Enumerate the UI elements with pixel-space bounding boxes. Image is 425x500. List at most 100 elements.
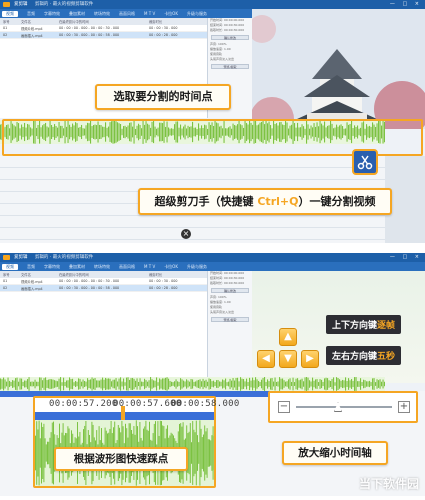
waveform-bar <box>157 382 159 386</box>
file-list-header: 序号 文件名 在最终影片中的时间 裁剪时长 <box>0 271 207 278</box>
menu-mtv[interactable]: M T V <box>144 264 155 269</box>
waveform-bar <box>168 378 170 390</box>
confirm-button[interactable]: 确认修改 <box>211 35 249 40</box>
waveform-bar <box>3 377 5 391</box>
waveform-bar <box>369 380 371 388</box>
menu-audio[interactable]: 音频 <box>27 11 35 17</box>
waveform-bar <box>166 377 168 391</box>
scissors-button[interactable] <box>352 149 378 175</box>
menu-subtitle[interactable]: 字幕特效 <box>44 11 60 17</box>
checkbox-fade[interactable]: 头尾声音淡入淡出 <box>208 310 252 315</box>
waveform-bar <box>294 382 296 386</box>
zoom-out-button[interactable]: − <box>278 401 290 413</box>
screenshot-panel-split: 爱剪辑 剪辑的 · 最火的视频剪辑软件 — □ × 视频 音频 字幕特效 叠加素… <box>0 0 425 243</box>
menu-video[interactable]: 视频 <box>2 263 18 270</box>
preview-button[interactable]: 预览/截取 <box>211 317 249 322</box>
window-controls[interactable]: — □ × <box>390 253 422 262</box>
table-row[interactable]: 02 画面插入.mp4 00 : 00 : 30 . 000 - 00 : 00… <box>0 32 207 39</box>
col-duration: 裁剪时长 <box>149 20 163 24</box>
preview-button[interactable]: 预览/截取 <box>211 64 249 69</box>
properties-panel: 开始时间: 00:00:00.000 结束时间: 00:00:30.000 截取… <box>208 271 252 381</box>
waveform-bar <box>96 380 98 388</box>
waveform-bar <box>66 380 68 388</box>
menu-overlay[interactable]: 叠加素材 <box>69 11 85 17</box>
window-controls[interactable]: — □ × <box>390 0 422 9</box>
waveform-bar <box>1 379 3 389</box>
table-row[interactable]: 02 画面插入.mp4 00 : 00 : 30 . 000 - 00 : 00… <box>0 285 207 292</box>
waveform-bar <box>214 382 216 386</box>
waveform-bar <box>37 381 39 387</box>
waveform-bar <box>289 378 291 390</box>
waveform-bar <box>135 380 137 388</box>
waveform-bar <box>279 377 281 391</box>
menu-video[interactable]: 视频 <box>2 10 18 17</box>
waveform-bar <box>321 379 323 389</box>
col-duration: 裁剪时长 <box>149 273 163 277</box>
zoom-slider-track[interactable] <box>296 406 392 408</box>
waveform-bar <box>124 382 126 386</box>
menu-overlay[interactable]: 叠加素材 <box>69 264 85 270</box>
waveform-bar <box>270 378 272 390</box>
waveform-bar <box>217 379 219 389</box>
menu-karaoke[interactable]: 卡拉OK <box>164 11 178 17</box>
waveform-bar <box>60 377 62 391</box>
waveform-bar <box>204 425 206 481</box>
menu-upgrade[interactable]: 升级与服务 <box>187 264 207 270</box>
waveform-bar <box>183 380 185 388</box>
waveform-bar <box>120 377 122 391</box>
menu-upgrade[interactable]: 升级与服务 <box>187 11 207 17</box>
menu-mtv[interactable]: M T V <box>144 11 155 16</box>
waveform-bar <box>346 381 348 387</box>
callout-waveform: 根据波形图快速踩点 <box>54 447 188 471</box>
waveform-bar <box>136 378 138 390</box>
menu-karaoke[interactable]: 卡拉OK <box>164 264 178 270</box>
waveform-bar <box>238 381 240 387</box>
cell-index: 02 <box>3 286 8 290</box>
checkbox-fade[interactable]: 头尾声音淡入淡出 <box>208 57 252 62</box>
menu-transition[interactable]: 转场特效 <box>94 11 110 17</box>
waveform-bar <box>250 380 252 388</box>
playhead-marker[interactable] <box>121 406 125 420</box>
waveform-bar <box>292 377 294 391</box>
waveform-bar <box>126 377 128 391</box>
menu-style[interactable]: 画面风格 <box>119 264 135 270</box>
waveform-bar <box>194 432 196 474</box>
file-list: 序号 文件名 在最终影片中的时间 裁剪时长 01 视频片段.mp4 00 : 0… <box>0 271 208 381</box>
menu-audio[interactable]: 音频 <box>27 264 35 270</box>
menu-transition[interactable]: 转场特效 <box>94 264 110 270</box>
waveform-bar <box>232 378 234 390</box>
scissors-icon <box>357 155 373 170</box>
waveform-bar <box>16 377 18 391</box>
audio-waveform-overview[interactable] <box>0 377 385 391</box>
table-row[interactable]: 01 视频片段.mp4 00 : 00 : 00 . 000 - 00 : 00… <box>0 278 207 285</box>
cell-duration: 00 : 00 : 30 . 000 <box>149 279 178 283</box>
menu-style[interactable]: 画面风格 <box>119 11 135 17</box>
waveform-bar <box>243 379 245 389</box>
close-icon[interactable]: × <box>181 229 191 239</box>
waveform-bar <box>94 378 96 390</box>
waveform-bar <box>241 378 243 390</box>
confirm-button[interactable]: 确认修改 <box>211 288 249 293</box>
waveform-bar <box>306 377 308 391</box>
waveform-bar <box>367 381 369 387</box>
waveform-bar <box>39 438 41 468</box>
cell-name: 视频片段.mp4 <box>21 279 43 284</box>
waveform-bar <box>171 381 173 387</box>
cell-duration: 00 : 00 : 30 . 000 <box>149 26 178 30</box>
waveform-bar <box>70 379 72 389</box>
waveform-bar <box>303 381 305 387</box>
zoom-in-button[interactable]: + <box>398 401 410 413</box>
waveform-bar <box>288 379 290 389</box>
waveform-bar <box>151 379 153 389</box>
waveform-bar <box>36 421 38 485</box>
menu-subtitle[interactable]: 字幕特效 <box>44 264 60 270</box>
waveform-bar <box>351 379 353 389</box>
arrow-up-key: ▲ <box>279 328 297 346</box>
waveform-bar <box>360 378 362 390</box>
waveform-bar <box>42 426 44 480</box>
waveform-bar <box>259 382 261 386</box>
cell-time: 00 : 00 : 00 . 000 - 00 : 00 : 30 . 000 <box>59 26 120 30</box>
table-row[interactable]: 01 视频片段.mp4 00 : 00 : 00 . 000 - 00 : 00… <box>0 25 207 32</box>
waveform-bar <box>51 422 53 484</box>
waveform-bar <box>357 381 359 387</box>
